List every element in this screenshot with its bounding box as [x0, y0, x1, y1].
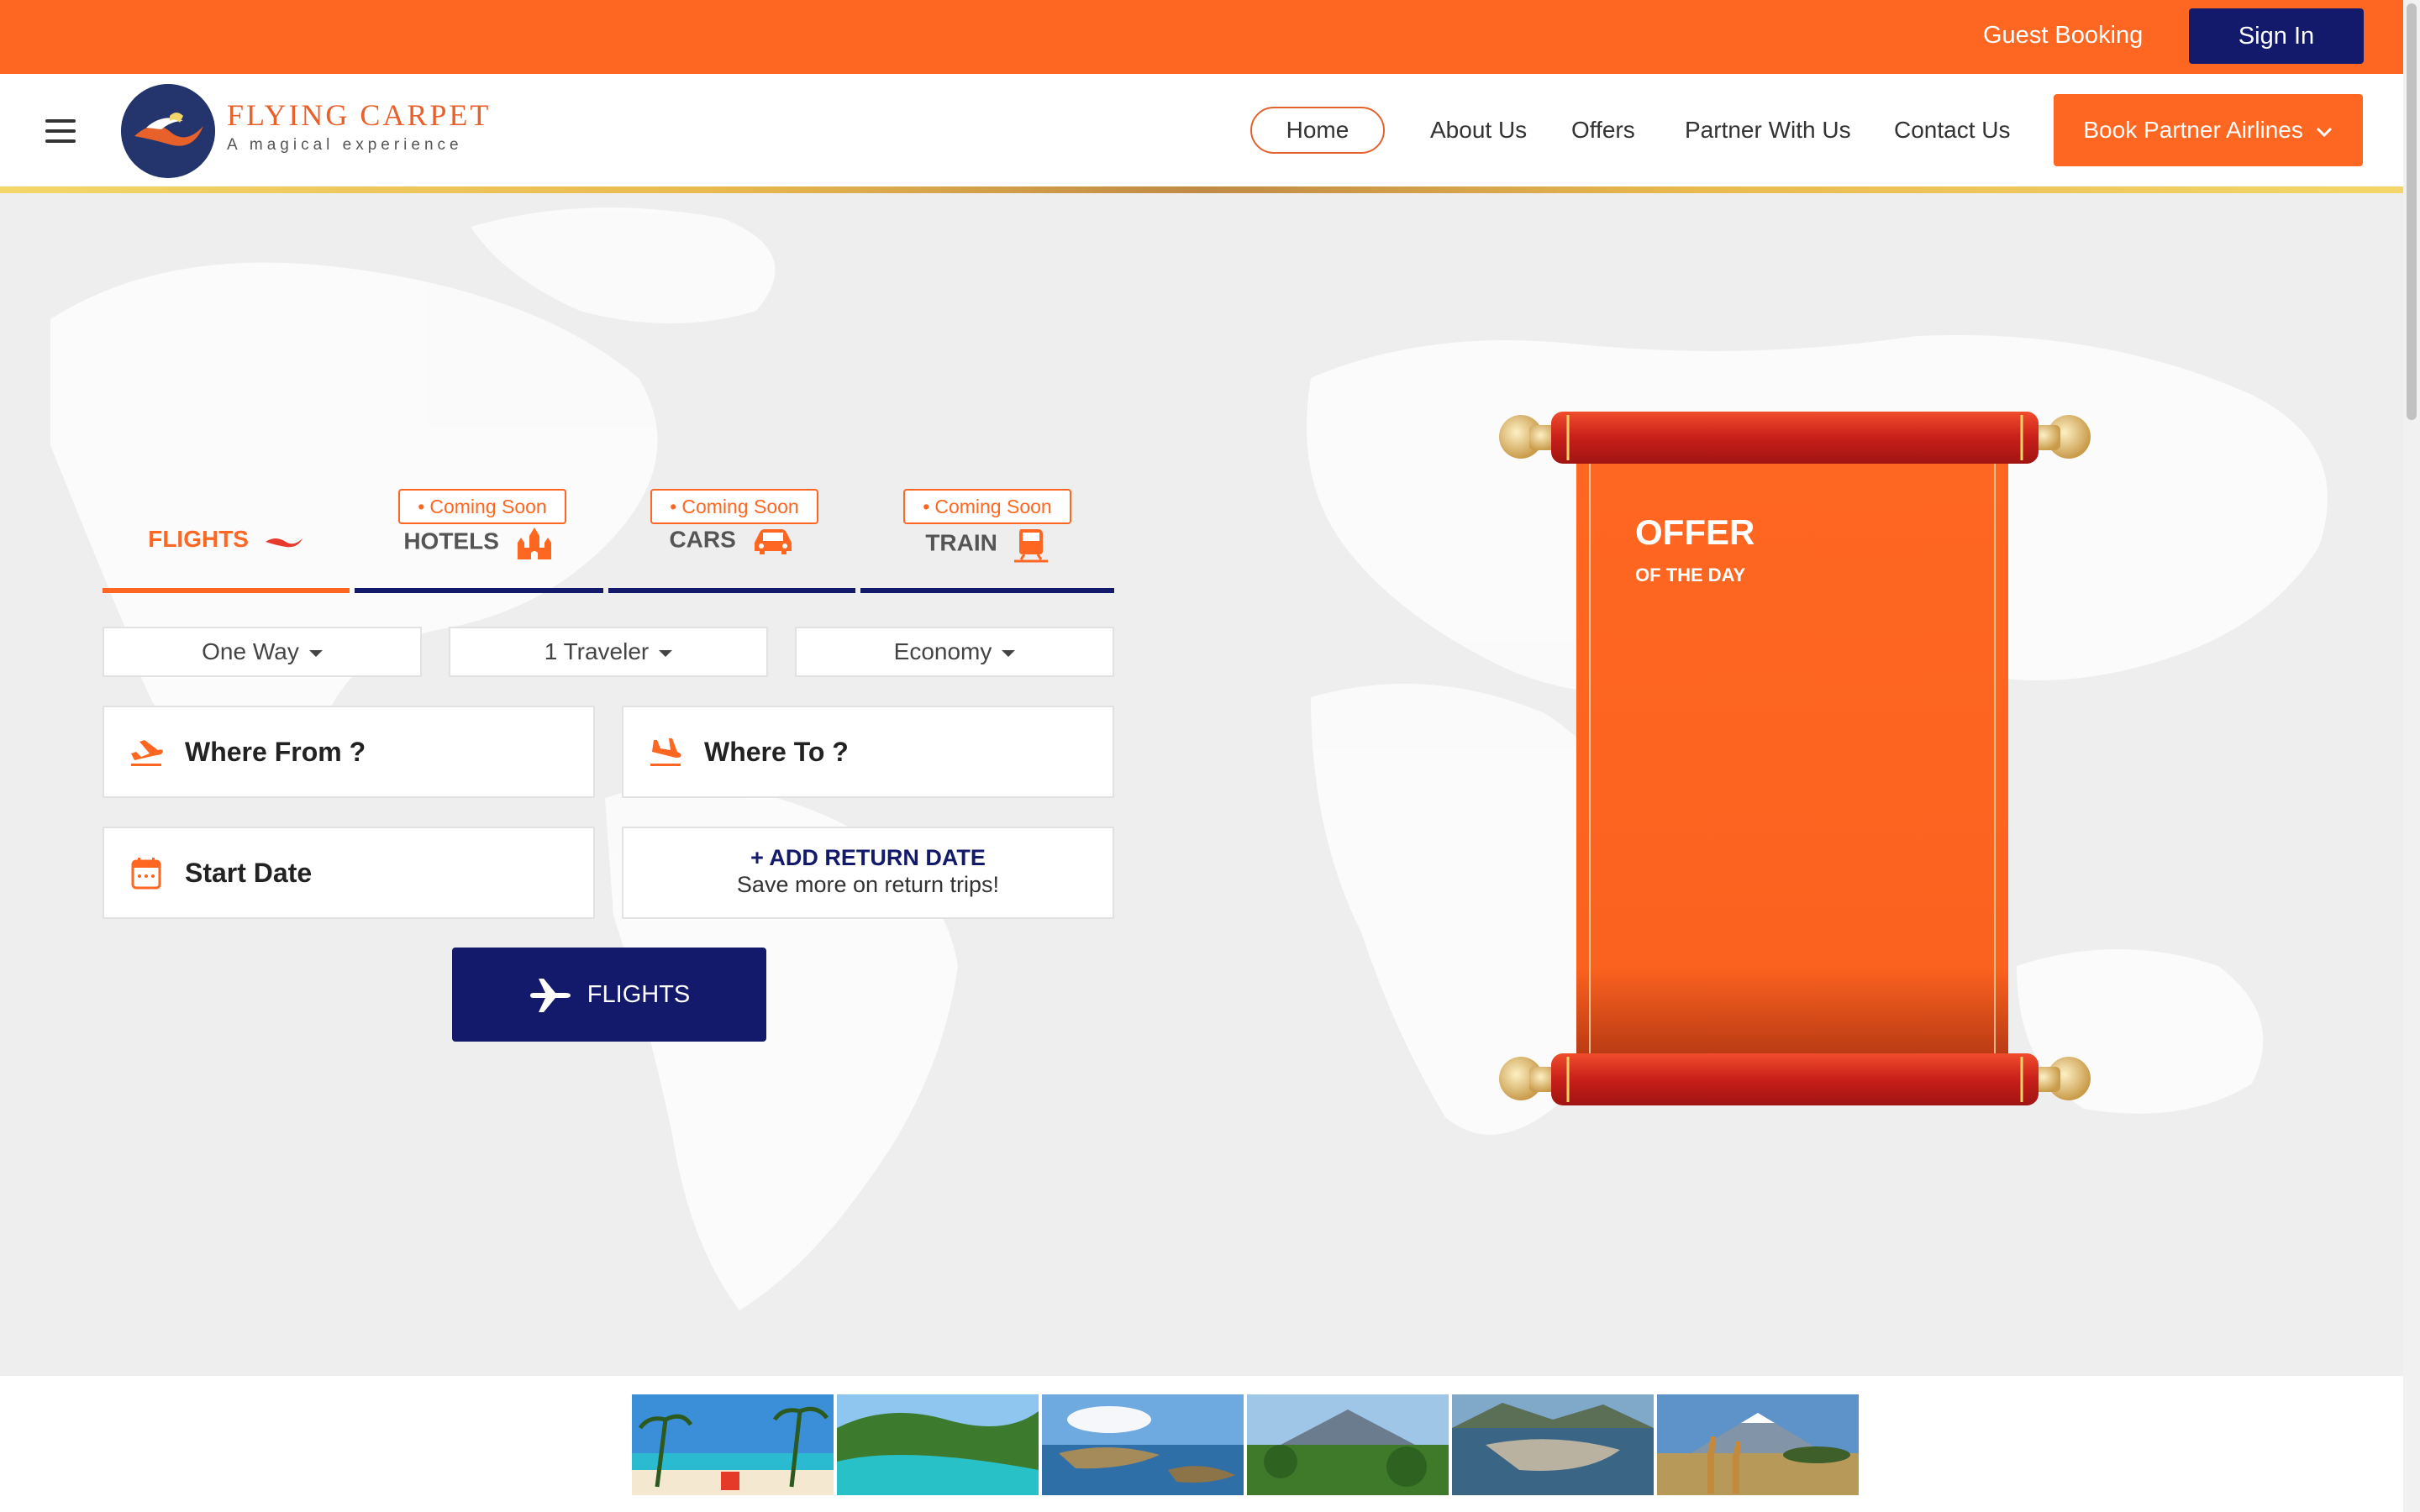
- car-icon: [754, 529, 792, 554]
- tab-train-underline: [860, 588, 1114, 593]
- destination-thumbnail-coastal-islands[interactable]: [1042, 1394, 1244, 1495]
- guest-booking-link[interactable]: Guest Booking: [1983, 17, 2143, 54]
- search-flights-label: FLIGHTS: [587, 981, 691, 1008]
- start-date-field[interactable]: Start Date: [103, 827, 595, 919]
- destination-thumbnail-green-mountain[interactable]: [1247, 1394, 1449, 1495]
- tab-cars[interactable]: CARS: [608, 521, 855, 593]
- trip-type-select[interactable]: One Way: [103, 627, 422, 677]
- book-partner-airlines-button[interactable]: Book Partner Airlines: [2054, 94, 2363, 166]
- tab-flights-underline: [103, 588, 350, 593]
- nav-offers[interactable]: Offers: [1571, 107, 1635, 154]
- search-flights-button[interactable]: FLIGHTS: [452, 948, 766, 1042]
- menu-icon[interactable]: [45, 119, 76, 143]
- nav-home[interactable]: Home: [1250, 107, 1385, 154]
- tab-hotels-underline: [355, 588, 603, 593]
- train-icon: [1013, 529, 1048, 563]
- calendar-icon: [131, 858, 161, 890]
- add-return-date-label: + ADD RETURN DATE: [750, 845, 986, 870]
- page-scrollbar-thumb[interactable]: [2407, 3, 2417, 420]
- nav-contact[interactable]: Contact Us: [1894, 107, 2011, 154]
- destination-thumbnail-beach-palms[interactable]: [632, 1394, 834, 1495]
- book-partner-label: Book Partner Airlines: [2083, 117, 2303, 143]
- cabin-class-value: Economy: [893, 638, 992, 664]
- sign-in-button[interactable]: Sign In: [2189, 8, 2364, 64]
- tab-flights-label: FLIGHTS: [148, 526, 249, 552]
- tab-flights[interactable]: FLIGHTS: [103, 521, 350, 593]
- train-coming-soon-badge: Coming Soon: [903, 489, 1071, 524]
- magic-carpet-icon: [265, 538, 302, 547]
- plane-landing-icon: [650, 738, 681, 766]
- nav-partner[interactable]: Partner With Us: [1685, 107, 1851, 154]
- brand-name[interactable]: FLYING CARPET: [227, 97, 491, 133]
- cabin-class-select[interactable]: Economy: [795, 627, 1114, 677]
- where-from-placeholder: Where From ?: [185, 737, 366, 767]
- cars-coming-soon-badge: Coming Soon: [650, 489, 818, 524]
- where-to-placeholder: Where To ?: [704, 737, 849, 767]
- offer-scroll-banner[interactable]: [1496, 410, 2094, 1112]
- nav-about[interactable]: About Us: [1430, 107, 1527, 154]
- add-return-date-button[interactable]: + ADD RETURN DATE Save more on return tr…: [622, 827, 1114, 919]
- tab-train[interactable]: TRAIN: [860, 521, 1114, 593]
- start-date-placeholder: Start Date: [185, 858, 313, 888]
- brand-tagline: A magical experience: [227, 136, 463, 154]
- destination-thumbnail-tropical-bay[interactable]: [837, 1394, 1039, 1495]
- travelers-select[interactable]: 1 Traveler: [449, 627, 768, 677]
- tab-cars-label: CARS: [669, 526, 736, 553]
- destination-thumbnail-coastal-city[interactable]: [1452, 1394, 1654, 1495]
- where-from-field[interactable]: Where From ?: [103, 706, 595, 798]
- trip-type-value: One Way: [202, 638, 299, 664]
- caret-down-icon: [659, 649, 673, 657]
- castle-icon: [517, 528, 551, 559]
- logo-icon[interactable]: [121, 84, 215, 178]
- plane-takeoff-icon: [131, 740, 163, 766]
- offer-subtitle: OF THE DAY: [1635, 564, 1746, 585]
- caret-down-icon: [1002, 649, 1016, 657]
- caret-down-icon: [308, 649, 323, 657]
- chevron-down-icon: [2316, 127, 2332, 137]
- tab-hotels[interactable]: HOTELS: [355, 521, 603, 593]
- offer-title: OFFER: [1635, 512, 1755, 552]
- nav-divider: [0, 186, 2403, 193]
- travelers-value: 1 Traveler: [544, 638, 650, 664]
- return-date-hint: Save more on return trips!: [736, 872, 1000, 897]
- airplane-icon: [529, 979, 571, 1013]
- tab-hotels-label: HOTELS: [403, 528, 499, 554]
- tab-cars-underline: [608, 588, 855, 593]
- where-to-field[interactable]: Where To ?: [622, 706, 1114, 798]
- tab-train-label: TRAIN: [925, 529, 997, 556]
- destination-thumbnail-giraffes-kilimanjaro[interactable]: [1657, 1394, 1859, 1495]
- hotels-coming-soon-badge: Coming Soon: [398, 489, 566, 524]
